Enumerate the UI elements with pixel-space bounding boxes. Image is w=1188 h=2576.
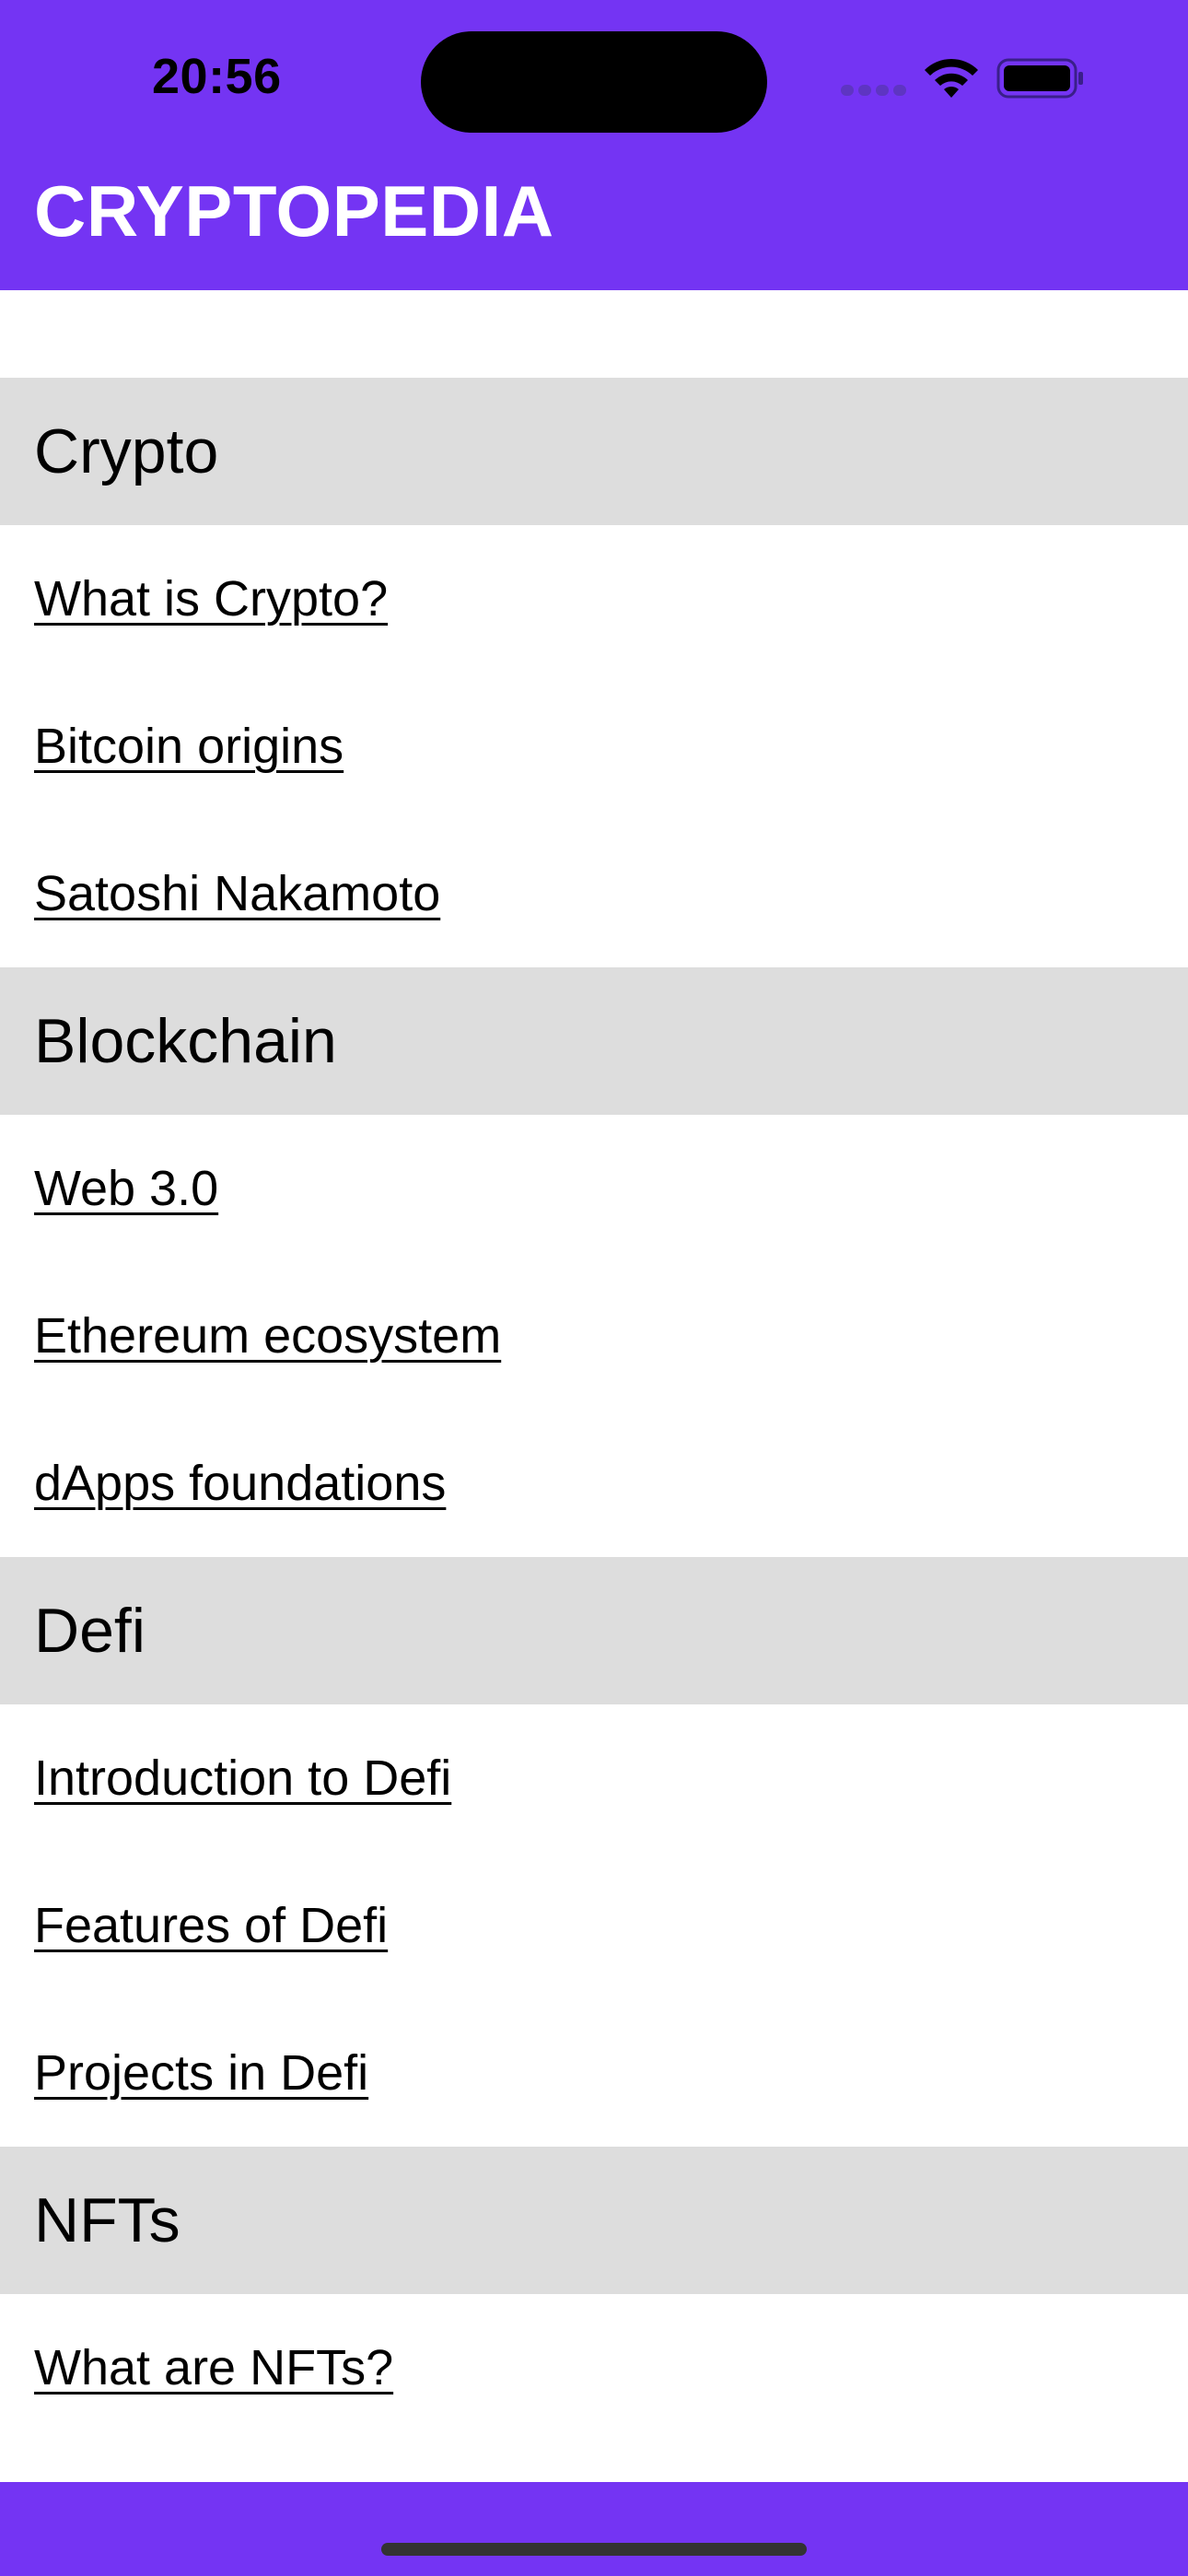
list-item[interactable]: Projects in Defi (0, 1999, 1188, 2147)
app-title: CRYPTOPEDIA (34, 170, 554, 252)
list-item[interactable]: Ethereum ecosystem (0, 1262, 1188, 1410)
section-header-blockchain: Blockchain (0, 967, 1188, 1115)
topic-link[interactable]: Introduction to Defi (34, 1704, 451, 1852)
topic-link[interactable]: Features of Defi (34, 1852, 388, 1999)
list-item[interactable]: Satoshi Nakamoto (0, 820, 1188, 967)
topic-link[interactable]: Ethereum ecosystem (34, 1262, 501, 1410)
section-title: Defi (34, 1596, 146, 1666)
list-item[interactable]: Features of Defi (0, 1852, 1188, 1999)
list-item[interactable]: What are NFTs? (0, 2294, 1188, 2441)
topic-link[interactable]: What are NFTs? (34, 2294, 393, 2441)
list-item[interactable]: What is Crypto? (0, 525, 1188, 673)
bottom-bar (0, 2482, 1188, 2576)
list-item[interactable]: Web 3.0 (0, 1115, 1188, 1262)
home-indicator[interactable] (381, 2543, 807, 2556)
topic-link[interactable]: Web 3.0 (34, 1115, 218, 1262)
topic-link[interactable]: What is Crypto? (34, 525, 388, 673)
list-item[interactable]: dApps foundations (0, 1410, 1188, 1557)
wifi-icon (925, 58, 978, 98)
section-header-defi: Defi (0, 1557, 1188, 1704)
cellular-signal-icon (841, 85, 907, 96)
dynamic-island (421, 31, 767, 133)
app-header: 20:56 CRYPTOPEDIA (0, 0, 1188, 290)
list-item[interactable]: Introduction to Defi (0, 1704, 1188, 1852)
section-title: Blockchain (34, 1006, 337, 1076)
status-time: 20:56 (152, 49, 282, 104)
section-header-crypto: Crypto (0, 378, 1188, 525)
section-header-nfts: NFTs (0, 2147, 1188, 2294)
section-title: NFTs (34, 2185, 181, 2255)
topic-link[interactable]: Satoshi Nakamoto (34, 820, 440, 967)
topic-link[interactable]: dApps foundations (34, 1410, 446, 1557)
battery-icon (996, 58, 1083, 99)
section-title: Crypto (34, 416, 219, 486)
topic-link[interactable]: Bitcoin origins (34, 673, 344, 820)
list-item[interactable]: Bitcoin origins (0, 673, 1188, 820)
topic-link[interactable]: Projects in Defi (34, 1999, 368, 2147)
